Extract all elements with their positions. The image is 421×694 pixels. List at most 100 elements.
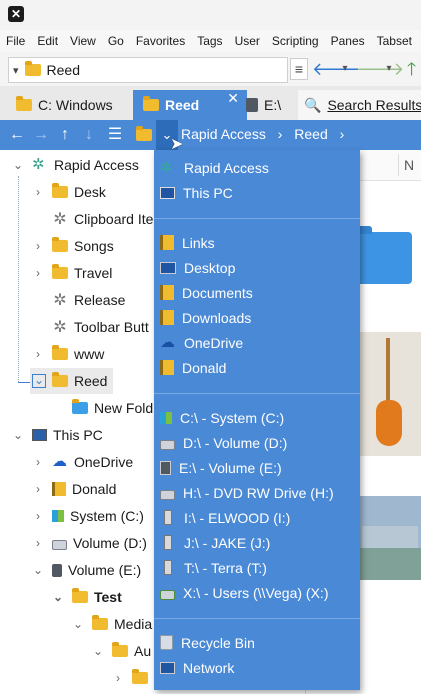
dropdown-item-onedrive[interactable]: ☁ OneDrive xyxy=(160,330,243,355)
menu-user[interactable]: User xyxy=(229,34,266,48)
dropdown-item-downloads[interactable]: Downloads xyxy=(160,305,251,330)
breadcrumb-item-rapid-access[interactable]: Rapid Access xyxy=(181,126,266,142)
menu-favorites[interactable]: Favorites xyxy=(130,34,191,48)
chevron-right-icon[interactable]: › xyxy=(340,126,345,142)
dropdown-label: Donald xyxy=(182,359,227,376)
tree-guide xyxy=(18,176,20,382)
address-bar[interactable]: ▾ Reed xyxy=(8,57,288,83)
menu-scripting[interactable]: Scripting xyxy=(266,34,325,48)
dropdown-item-desktop[interactable]: Desktop xyxy=(160,255,235,280)
menu-tabset[interactable]: Tabset xyxy=(371,34,418,48)
tree-item-system-c[interactable]: › System (C:) xyxy=(32,503,144,529)
chevron-right-icon[interactable]: › xyxy=(32,239,44,253)
tree-item-toolbar-buttons[interactable]: ✲ Toolbar Butt xyxy=(32,314,148,340)
folder-icon xyxy=(92,615,108,630)
dropdown-item-drive-e[interactable]: E:\ - Volume (E:) xyxy=(160,455,282,480)
tree-item-new-folder[interactable]: New Fold xyxy=(52,395,153,421)
menu-view[interactable]: View xyxy=(64,34,102,48)
back-arrow-icon[interactable]: 🡐 xyxy=(312,58,360,80)
menu-icon[interactable]: ≡ xyxy=(290,58,308,80)
chevron-right-icon[interactable]: › xyxy=(32,536,44,550)
dropdown-item-drive-h[interactable]: H:\ - DVD RW Drive (H:) xyxy=(160,480,334,505)
chevron-right-icon[interactable]: › xyxy=(32,455,44,469)
dropdown-item-links[interactable]: Links xyxy=(160,230,215,255)
dropdown-item-drive-t[interactable]: T:\ - Terra (T:) xyxy=(160,555,267,580)
forward-history-icon[interactable]: ▾ xyxy=(384,58,394,80)
address-dropdown-icon[interactable]: ▾ xyxy=(13,64,19,77)
chevron-down-icon[interactable]: ⌄ xyxy=(12,158,24,172)
tree-item-volume-e[interactable]: ⌄ Volume (E:) xyxy=(32,557,141,583)
star-icon: ✲ xyxy=(53,292,67,309)
tree-item-rapid-access[interactable]: ⌄ ✲ Rapid Access xyxy=(12,152,139,178)
dropdown-item-drive-c[interactable]: C:\ - System (C:) xyxy=(160,405,284,430)
chevron-down-icon[interactable]: ⌄ xyxy=(32,374,46,388)
tree-guide xyxy=(18,382,30,384)
chevron-right-icon[interactable]: › xyxy=(32,347,44,361)
forward-icon[interactable]: → xyxy=(32,124,50,146)
tree-item-volume-d[interactable]: › Volume (D:) xyxy=(32,530,147,556)
folder-icon xyxy=(52,345,68,360)
folder-icon xyxy=(72,399,88,414)
dropdown-item-drive-x[interactable]: X:\ - Users (\\Vega) (X:) xyxy=(160,580,328,605)
chevron-right-icon[interactable]: › xyxy=(32,482,44,496)
dropdown-label: E:\ - Volume (E:) xyxy=(179,459,282,476)
down-icon[interactable]: ↓ xyxy=(80,124,98,146)
tab-search-results[interactable]: 🔍 Search Results xyxy=(298,90,421,120)
chevron-down-icon[interactable]: ⌄ xyxy=(52,590,64,604)
guitar-thumbnail[interactable] xyxy=(358,332,421,456)
tab-reed[interactable]: Reed ✕ xyxy=(133,90,247,120)
menu-panes[interactable]: Panes xyxy=(325,34,371,48)
chevron-down-icon[interactable]: ⌄ xyxy=(72,617,84,631)
chevron-down-icon[interactable]: ⌄ xyxy=(32,563,44,577)
menu-go[interactable]: Go xyxy=(102,34,130,48)
dropdown-item-rapid-access[interactable]: ✲ Rapid Access xyxy=(160,155,269,180)
tree-item-this-pc[interactable]: ⌄ This PC xyxy=(12,422,103,448)
tree-item-release[interactable]: ✲ Release xyxy=(32,287,125,313)
dropdown-item-donald[interactable]: Donald xyxy=(160,355,226,380)
back-icon[interactable]: ← xyxy=(8,124,26,146)
network-icon xyxy=(160,661,175,674)
dropdown-label: Desktop xyxy=(184,259,236,276)
tree-label: New Fold xyxy=(94,400,154,416)
forward-arrow-icon[interactable]: 🡒 xyxy=(356,58,404,80)
close-tab-icon[interactable]: ✕ xyxy=(227,90,239,107)
tree-item-desk[interactable]: › Desk xyxy=(32,179,106,205)
tree-item-donald[interactable]: › Donald xyxy=(32,476,116,502)
chevron-right-icon[interactable]: › xyxy=(32,509,44,523)
dropdown-item-recycle-bin[interactable]: Recycle Bin xyxy=(160,630,255,655)
tree-item-www[interactable]: › www xyxy=(32,341,104,367)
chevron-right-icon[interactable]: › xyxy=(112,671,124,685)
dropdown-item-documents[interactable]: Documents xyxy=(160,280,253,305)
up-icon[interactable]: ↑ xyxy=(56,124,74,146)
tab-e-drive[interactable]: E:\ xyxy=(240,90,302,120)
column-header-name[interactable]: N xyxy=(404,157,414,173)
tab-c-windows[interactable]: C: Windows xyxy=(4,90,142,120)
chevron-down-icon[interactable]: ⌄ xyxy=(12,428,24,442)
dropdown-item-network[interactable]: Network xyxy=(160,655,234,680)
menu-edit[interactable]: Edit xyxy=(31,34,64,48)
menu-file[interactable]: File xyxy=(0,34,31,48)
tree-item-travel[interactable]: › Travel xyxy=(32,260,112,286)
city-thumbnail[interactable] xyxy=(358,496,421,580)
tree-item-media[interactable]: ⌄ Media xyxy=(72,611,152,637)
dropdown-label: OneDrive xyxy=(184,334,244,351)
dropdown-item-drive-i[interactable]: I:\ - ELWOOD (I:) xyxy=(160,505,290,530)
breadcrumb-item-reed[interactable]: Reed xyxy=(294,126,327,142)
back-history-icon[interactable]: ▾ xyxy=(340,58,350,80)
chevron-down-icon[interactable]: ⌄ xyxy=(92,644,104,658)
dropdown-item-drive-d[interactable]: D:\ - Volume (D:) xyxy=(160,430,287,455)
tree-item-test[interactable]: ⌄ Test xyxy=(52,584,122,610)
dropdown-item-drive-j[interactable]: J:\ - JAKE (J:) xyxy=(160,530,270,555)
tree-item-onedrive[interactable]: › ☁ OneDrive xyxy=(32,449,133,475)
tree-item-audio[interactable]: ⌄ Au xyxy=(92,638,151,664)
tree-item-reed[interactable]: ⌄ Reed xyxy=(30,368,114,394)
list-menu-icon[interactable]: ☰ xyxy=(106,124,124,146)
tree-item-songs[interactable]: › Songs xyxy=(32,233,114,259)
dropdown-item-this-pc[interactable]: This PC xyxy=(160,180,233,205)
tree-item-clipboard[interactable]: ✲ Clipboard Ite xyxy=(32,206,153,232)
chevron-right-icon[interactable]: › xyxy=(32,185,44,199)
chevron-right-icon[interactable]: › xyxy=(32,266,44,280)
menu-tags[interactable]: Tags xyxy=(191,34,228,48)
up-arrow-icon[interactable]: 🡑 xyxy=(402,58,421,80)
drive-icon xyxy=(52,563,62,577)
